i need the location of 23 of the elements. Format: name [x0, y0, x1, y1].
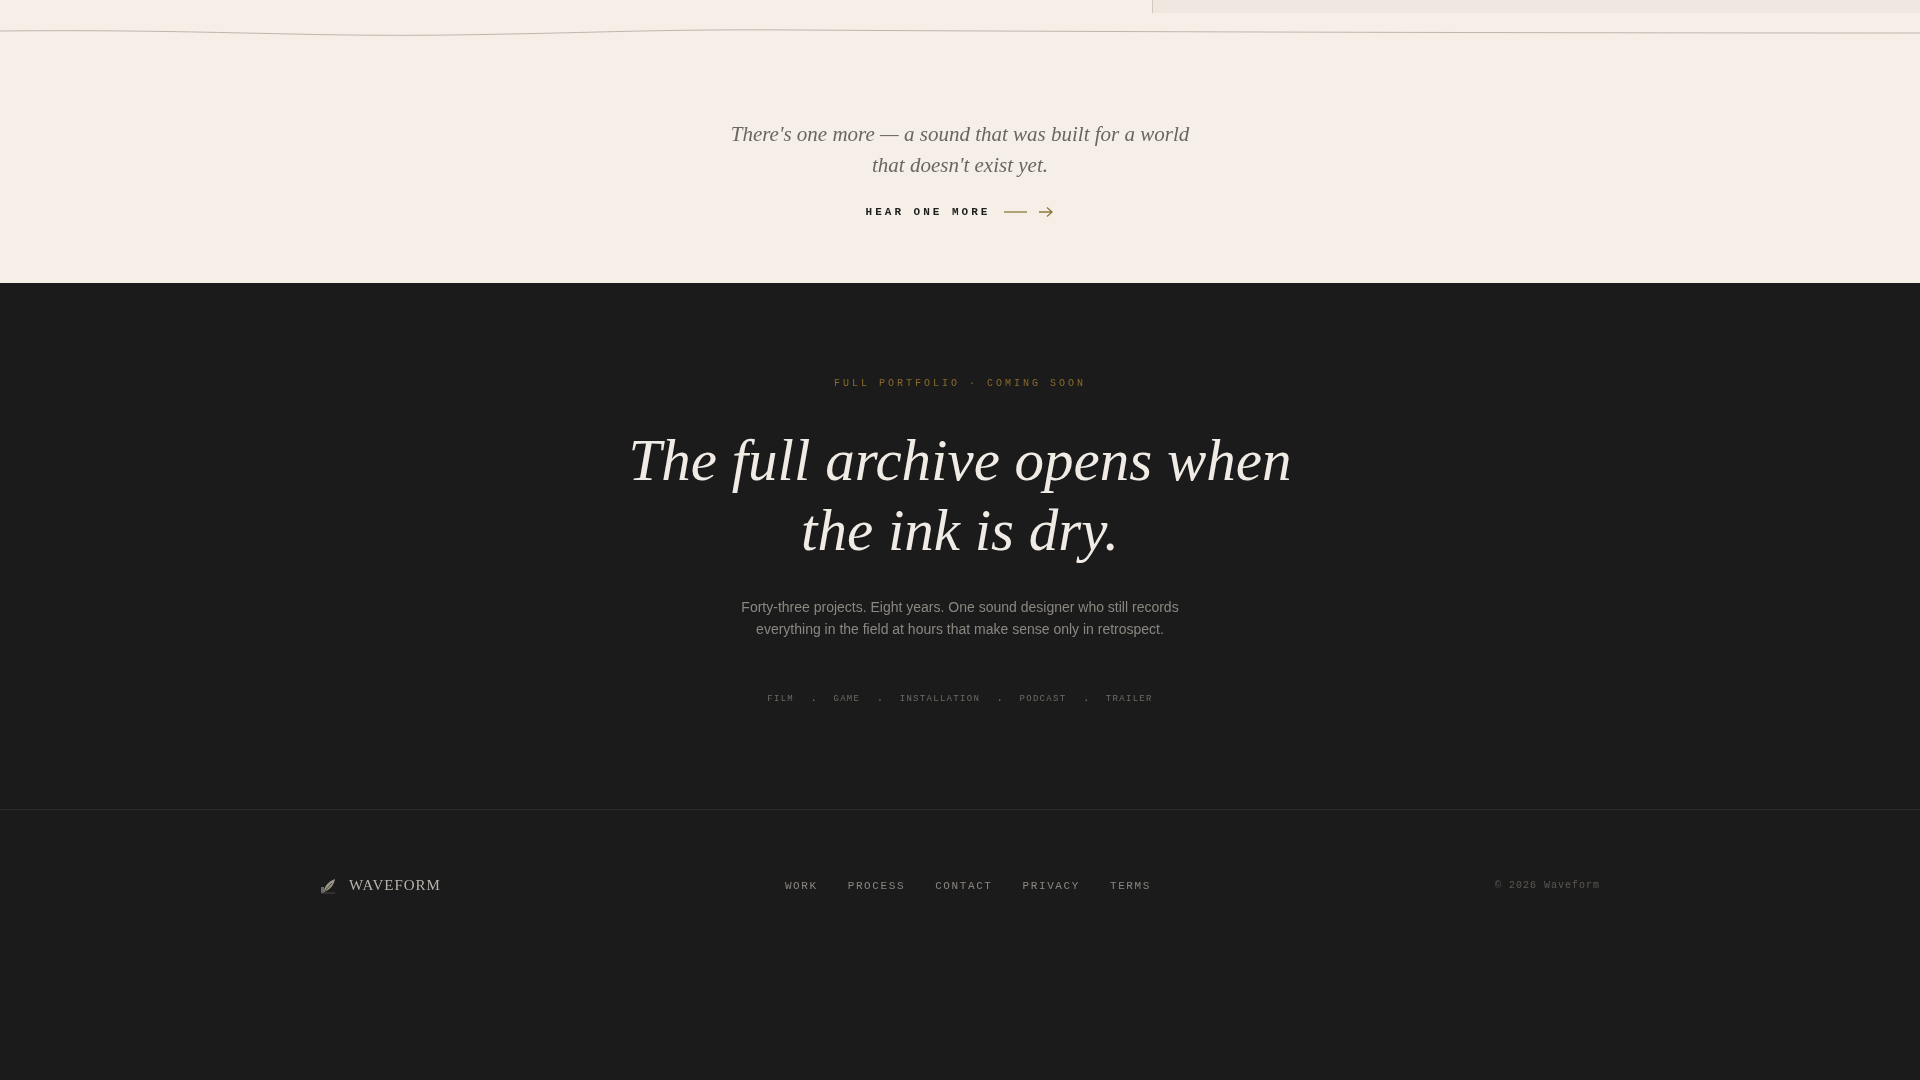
- separator-dot: .: [997, 693, 1003, 706]
- category-label: PODCAST: [1019, 693, 1067, 706]
- category-label: GAME: [833, 693, 861, 706]
- nav-link[interactable]: PRIVACY: [1022, 878, 1080, 893]
- nav-link[interactable]: TERMS: [1109, 878, 1151, 893]
- nav-link[interactable]: WORK: [784, 878, 818, 893]
- category-label: FILM: [767, 693, 795, 706]
- eyebrow-text: FULL PORTFOLIO · COMING SOON: [834, 377, 1086, 391]
- separator-dot: .: [1083, 693, 1089, 706]
- headline: The full archive opens when the ink is dry.: [627, 426, 1293, 565]
- nav-link[interactable]: PROCESS: [847, 878, 906, 893]
- separator-dot: .: [811, 693, 817, 706]
- quote-text: There's one more — a sound that was built for a world that doesn't exist yet.: [729, 121, 1191, 179]
- hear-one-more-link[interactable]: HEAR ONE MORE: [865, 205, 1055, 219]
- copyright-text: © 2026 Waveform: [1494, 880, 1600, 891]
- brand-link[interactable]: WAVEFORM: [320, 877, 441, 894]
- category-label: INSTALLATION: [899, 693, 981, 706]
- leaf-icon: [320, 877, 336, 894]
- nav-link[interactable]: CONTACT: [935, 878, 993, 893]
- category-label: TRAILER: [1105, 693, 1153, 706]
- description-text: Forty-three projects. Eight years. One sound designer who still records everything in the field at hours that make sense only in retrospect.: [740, 598, 1180, 639]
- arrow-icon: [1004, 206, 1055, 218]
- separator-dot: .: [877, 693, 883, 706]
